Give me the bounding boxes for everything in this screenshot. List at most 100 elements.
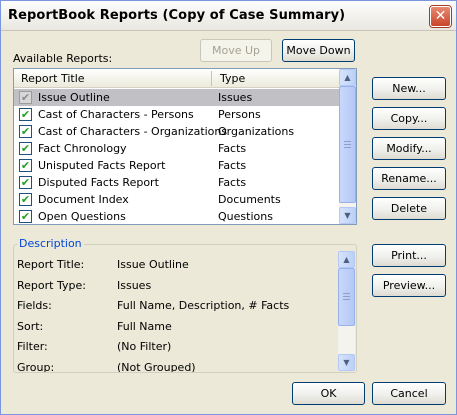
description-row: Filter: (No Filter) bbox=[15, 340, 335, 356]
modify-button[interactable]: Modify... bbox=[372, 137, 446, 160]
title-bar[interactable]: ReportBook Reports (Copy of Case Summary… bbox=[1, 1, 456, 31]
report-type-cell: Organizations bbox=[218, 125, 295, 138]
include-checkbox[interactable]: ✔ bbox=[19, 159, 32, 172]
check-icon: ✔ bbox=[20, 210, 31, 223]
print-button[interactable]: Print... bbox=[372, 244, 446, 267]
report-title-cell: Cast of Characters - Organizations bbox=[38, 125, 228, 138]
description-row: Report Title: Issue Outline bbox=[15, 258, 335, 274]
copy-button[interactable]: Copy... bbox=[372, 107, 446, 130]
chevron-down-icon: ▼ bbox=[344, 211, 351, 220]
rename-button[interactable]: Rename... bbox=[372, 167, 446, 190]
description-value: (No Filter) bbox=[117, 340, 172, 354]
window-title: ReportBook Reports (Copy of Case Summary… bbox=[8, 8, 346, 23]
chevron-up-icon: ▲ bbox=[343, 255, 350, 264]
scroll-thumb[interactable] bbox=[338, 268, 355, 326]
report-type-cell: Documents bbox=[218, 193, 281, 206]
description-key: Report Type: bbox=[17, 278, 86, 292]
report-type-cell: Facts bbox=[218, 159, 247, 172]
include-checkbox[interactable]: ✔ bbox=[19, 125, 32, 138]
description-value: Issue Outline bbox=[117, 258, 189, 271]
scroll-down-button[interactable]: ▼ bbox=[338, 354, 355, 371]
grip-line bbox=[343, 299, 350, 300]
description-row: Report Type: Issues bbox=[15, 279, 335, 295]
description-scrollbar[interactable]: ▲ ▼ bbox=[338, 251, 355, 371]
report-title-cell: Open Questions bbox=[38, 210, 126, 223]
report-row[interactable]: ✔ Open Questions Questions bbox=[14, 208, 339, 224]
description-row: Sort: Full Name bbox=[15, 320, 335, 336]
column-header-type[interactable]: Type bbox=[220, 72, 245, 85]
report-row[interactable]: ✔ Issue Outline Issues bbox=[14, 89, 339, 106]
report-title-cell: Cast of Characters - Persons bbox=[38, 108, 194, 121]
scroll-up-button[interactable]: ▲ bbox=[339, 69, 356, 86]
scroll-down-button[interactable]: ▼ bbox=[339, 207, 356, 224]
report-title-cell: Fact Chronology bbox=[38, 142, 127, 155]
grip-line bbox=[344, 144, 351, 145]
scroll-up-button[interactable]: ▲ bbox=[338, 251, 355, 268]
check-icon: ✔ bbox=[20, 91, 31, 104]
check-icon: ✔ bbox=[20, 159, 31, 172]
chevron-down-icon: ▼ bbox=[343, 358, 350, 367]
include-checkbox[interactable]: ✔ bbox=[19, 91, 32, 104]
ok-button[interactable]: OK bbox=[292, 382, 365, 405]
available-reports-label: Available Reports: bbox=[13, 52, 113, 65]
delete-button[interactable]: Delete bbox=[372, 197, 446, 220]
check-icon: ✔ bbox=[20, 142, 31, 155]
report-rows: ✔ Issue Outline Issues ✔ Cast of Characters … bbox=[14, 89, 339, 224]
description-value: (Not Grouped) bbox=[117, 361, 196, 372]
description-key: Sort: bbox=[17, 319, 44, 333]
chevron-up-icon: ▲ bbox=[344, 73, 351, 82]
report-row[interactable]: ✔ Fact Chronology Facts bbox=[14, 140, 339, 157]
report-title-cell: Disputed Facts Report bbox=[38, 176, 159, 189]
scroll-thumb[interactable] bbox=[339, 86, 356, 203]
description-key: Group: bbox=[17, 361, 55, 372]
include-checkbox[interactable]: ✔ bbox=[19, 142, 32, 155]
reports-list[interactable]: Report Title Type ✔ Issue Outline Issues ✔ C… bbox=[13, 68, 357, 225]
close-icon: ✕ bbox=[434, 8, 447, 24]
report-row[interactable]: ✔ Cast of Characters - Organizations Organ… bbox=[14, 123, 339, 140]
report-type-cell: Facts bbox=[218, 142, 247, 155]
reports-dialog: ReportBook Reports (Copy of Case Summary… bbox=[0, 0, 457, 415]
check-icon: ✔ bbox=[20, 176, 31, 189]
description-group-title: Description bbox=[17, 237, 84, 250]
report-title-cell: Unisputed Facts Report bbox=[38, 159, 166, 172]
grip-line bbox=[344, 141, 351, 142]
description-key: Fields: bbox=[17, 299, 52, 313]
include-checkbox[interactable]: ✔ bbox=[19, 108, 32, 121]
report-row[interactable]: ✔ Cast of Characters - Persons Persons bbox=[14, 106, 339, 123]
column-divider[interactable] bbox=[211, 71, 212, 86]
report-type-cell: Issues bbox=[218, 91, 253, 104]
grip-line bbox=[343, 296, 350, 297]
move-up-button[interactable]: Move Up bbox=[200, 39, 272, 62]
grip-line bbox=[344, 147, 351, 148]
list-header: Report Title Type bbox=[14, 69, 339, 88]
column-header-report-title[interactable]: Report Title bbox=[21, 72, 85, 85]
description-value: Issues bbox=[117, 278, 152, 292]
description-row: Group: (Not Grouped) bbox=[15, 361, 335, 372]
report-row[interactable]: ✔ Unisputed Facts Report Facts bbox=[14, 157, 339, 174]
move-down-button[interactable]: Move Down bbox=[282, 39, 355, 62]
report-type-cell: Facts bbox=[218, 176, 247, 189]
description-key: Filter: bbox=[17, 340, 48, 354]
description-value: Full Name, Description, # Facts bbox=[117, 299, 290, 313]
report-row[interactable]: ✔ Document Index Documents bbox=[14, 191, 339, 208]
include-checkbox[interactable]: ✔ bbox=[19, 210, 32, 223]
reports-list-scrollbar[interactable]: ▲ ▼ bbox=[339, 69, 356, 224]
report-type-cell: Persons bbox=[218, 108, 261, 121]
description-value: Full Name bbox=[117, 319, 172, 333]
check-icon: ✔ bbox=[20, 193, 31, 206]
report-title-cell: Issue Outline bbox=[38, 91, 110, 104]
close-button[interactable]: ✕ bbox=[430, 6, 451, 27]
preview-button[interactable]: Preview... bbox=[372, 274, 446, 297]
description-key: Report Title: bbox=[17, 258, 85, 271]
include-checkbox[interactable]: ✔ bbox=[19, 176, 32, 189]
description-row: Fields: Full Name, Description, # Facts bbox=[15, 299, 335, 315]
description-area: Report Title: Issue Outline Report Type: Is… bbox=[15, 252, 355, 372]
report-row[interactable]: ✔ Disputed Facts Report Facts bbox=[14, 174, 339, 191]
check-icon: ✔ bbox=[20, 108, 31, 121]
new-button[interactable]: New... bbox=[372, 77, 446, 100]
include-checkbox[interactable]: ✔ bbox=[19, 193, 32, 206]
report-type-cell: Questions bbox=[218, 210, 273, 223]
grip-line bbox=[343, 293, 350, 294]
cancel-button[interactable]: Cancel bbox=[372, 382, 446, 405]
report-title-cell: Document Index bbox=[38, 193, 129, 206]
